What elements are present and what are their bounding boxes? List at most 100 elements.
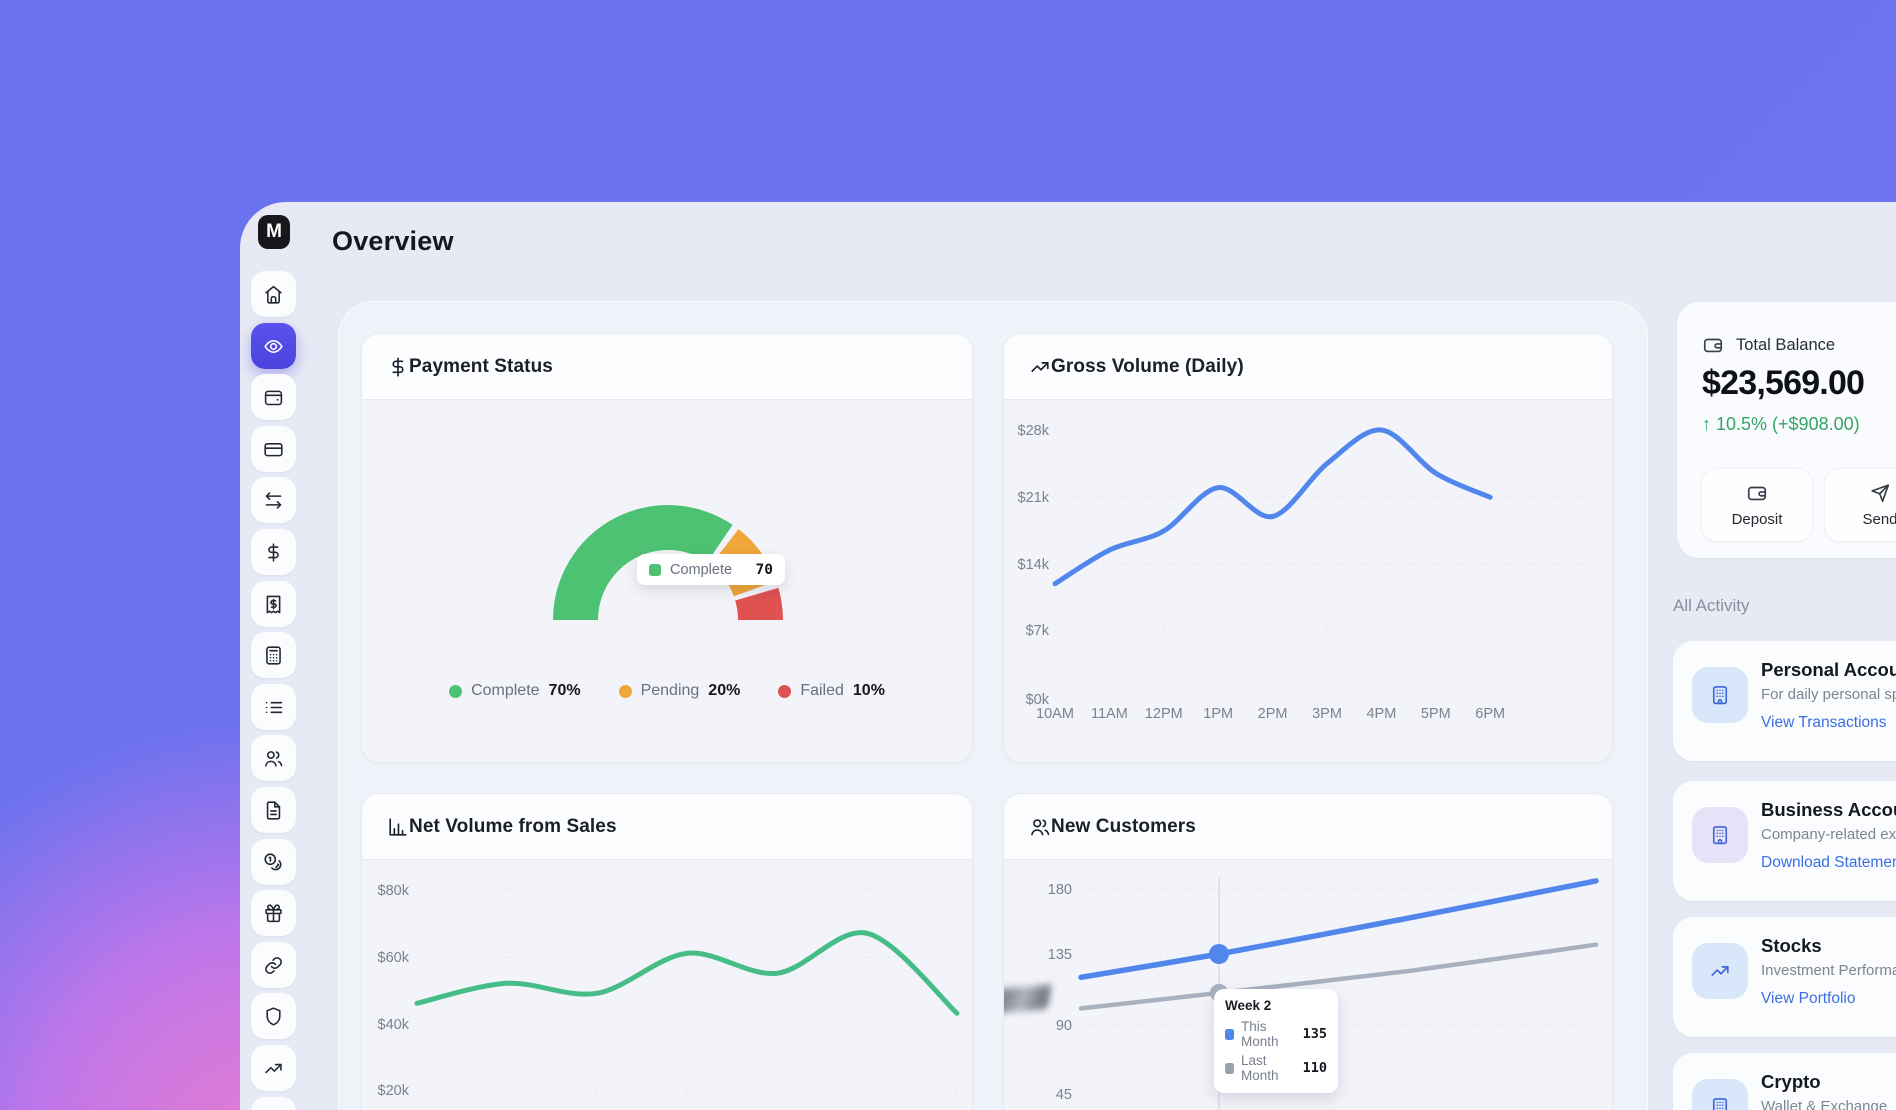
- svg-text:2PM: 2PM: [1258, 706, 1288, 722]
- send-button[interactable]: Send: [1824, 468, 1896, 542]
- activity-subtitle: Wallet & Exchange: [1761, 1098, 1887, 1110]
- calculator-icon: [263, 645, 284, 666]
- payment-status-body: Complete 70 Complete 70% Pending 20% Fai…: [362, 400, 972, 762]
- sidebar-item-arrows-left-right[interactable]: [251, 477, 296, 523]
- legend-item-pending: Pending 20%: [619, 682, 741, 700]
- sidebar-item-dollar-sign[interactable]: [251, 529, 296, 575]
- card-title: Net Volume from Sales: [409, 816, 617, 838]
- activity-title: Crypto: [1761, 1071, 1821, 1093]
- arrows-left-right-icon: [263, 490, 284, 511]
- tooltip-row-last-month: Last Month 110: [1225, 1053, 1327, 1083]
- tooltip-label: Last Month: [1241, 1053, 1296, 1083]
- sidebar-item-list[interactable]: [251, 684, 296, 730]
- svg-text:45: 45: [1056, 1087, 1072, 1103]
- svg-text:12PM: 12PM: [1145, 706, 1183, 722]
- shield-icon: [263, 1006, 284, 1027]
- sidebar-item-credit-card[interactable]: [251, 426, 296, 472]
- dashboard-container: Payment Status Complete 70 Complete 70% …: [338, 301, 1648, 1110]
- deposit-icon: [1746, 482, 1768, 504]
- sidebar-item-coins[interactable]: [251, 839, 296, 885]
- svg-text:$14k: $14k: [1018, 557, 1050, 573]
- activity-title: Personal Account: [1761, 659, 1896, 681]
- failed-dot-icon: [778, 685, 791, 698]
- building-icon: [1692, 667, 1748, 723]
- svg-text:3PM: 3PM: [1312, 706, 1342, 722]
- sidebar-item-wallet[interactable]: [251, 374, 296, 420]
- svg-text:$80k: $80k: [378, 883, 410, 899]
- legend-item-complete: Complete 70%: [449, 682, 581, 700]
- download-statements-link[interactable]: Download Statements: [1761, 854, 1896, 872]
- view-portfolio-link[interactable]: View Portfolio: [1761, 990, 1855, 1008]
- credit-card-icon: [263, 439, 284, 460]
- bar-chart-icon: [387, 816, 409, 838]
- new-customers-body: 1801359045 Week 2 This Month 135 Last Mo…: [1004, 860, 1612, 1110]
- this-month-swatch: [1225, 1029, 1234, 1040]
- svg-text:5PM: 5PM: [1421, 706, 1451, 722]
- sidebar-item-users[interactable]: [251, 735, 296, 781]
- activity-card-crypto[interactable]: Crypto Wallet & Exchange: [1673, 1053, 1896, 1110]
- trending-up-icon: [1029, 356, 1051, 378]
- svg-text:$7k: $7k: [1026, 623, 1050, 639]
- legend-label: Failed: [800, 682, 844, 700]
- svg-text:6PM: 6PM: [1475, 706, 1505, 722]
- app-logo[interactable]: M: [258, 215, 290, 249]
- svg-text:4PM: 4PM: [1366, 706, 1396, 722]
- activity-card-personal-account[interactable]: Personal Account For daily personal spen…: [1673, 641, 1896, 761]
- gross-volume-card: Gross Volume (Daily) $28k$21k$14k$7k$0k1…: [1003, 333, 1613, 763]
- legend-item-failed: Failed 10%: [778, 682, 885, 700]
- view-transactions-link[interactable]: View Transactions: [1761, 714, 1887, 732]
- svg-text:1PM: 1PM: [1203, 706, 1233, 722]
- activity-subtitle: Company-related expenses: [1761, 826, 1896, 843]
- sidebar-item-eye[interactable]: [251, 323, 296, 369]
- svg-text:10AM: 10AM: [1036, 706, 1074, 722]
- activity-card-stocks[interactable]: Stocks Investment Performance View Portf…: [1673, 917, 1896, 1037]
- svg-text:135: 135: [1048, 947, 1072, 963]
- sidebar-item-receipt[interactable]: [251, 581, 296, 627]
- sidebar-item-gift[interactable]: [251, 890, 296, 936]
- svg-text:$28k: $28k: [1018, 423, 1050, 439]
- svg-text:11AM: 11AM: [1091, 706, 1128, 722]
- week-tooltip: Week 2 This Month 135 Last Month 110: [1214, 989, 1338, 1093]
- svg-text:$21k: $21k: [1018, 490, 1050, 506]
- tooltip-row-this-month: This Month 135: [1225, 1019, 1327, 1049]
- svg-text:$60k: $60k: [378, 950, 410, 966]
- svg-text:$20k: $20k: [378, 1083, 410, 1099]
- building-icon: [1692, 807, 1748, 863]
- card-title: Gross Volume (Daily): [1051, 356, 1244, 378]
- link-icon: [263, 955, 284, 976]
- gauge-tooltip: Complete 70: [637, 554, 785, 585]
- wallet-icon: [263, 387, 284, 408]
- svg-text:180: 180: [1048, 882, 1072, 898]
- sidebar-item-shield[interactable]: [251, 993, 296, 1039]
- balance-header: Total Balance: [1702, 334, 1835, 356]
- send-label: Send: [1862, 511, 1896, 528]
- payment-status-legend: Complete 70% Pending 20% Failed 10%: [362, 682, 972, 700]
- legend-label: Pending: [641, 682, 700, 700]
- all-activity-heading: All Activity: [1673, 596, 1750, 616]
- gross-volume-body: $28k$21k$14k$7k$0k10AM11AM12PM1PM2PM3PM4…: [1004, 400, 1612, 762]
- deposit-button[interactable]: Deposit: [1701, 468, 1813, 542]
- sidebar-item-link[interactable]: [251, 942, 296, 988]
- net-volume-body: $80k$60k$40k$20k: [362, 860, 972, 1110]
- gift-icon: [263, 903, 284, 924]
- sidebar-item-box[interactable]: [251, 1097, 296, 1110]
- activity-title: Stocks: [1761, 935, 1822, 957]
- net-volume-line-chart: $80k$60k$40k$20k: [362, 860, 973, 1110]
- sidebar-item-file-text[interactable]: [251, 787, 296, 833]
- users-icon: [1029, 816, 1051, 838]
- sidebar-item-calculator[interactable]: [251, 632, 296, 678]
- users-icon: [263, 748, 284, 769]
- net-volume-header: Net Volume from Sales: [362, 794, 972, 860]
- tooltip-label: This Month: [1241, 1019, 1296, 1049]
- balance-amount: $23,569.00: [1702, 364, 1864, 403]
- card-title: New Customers: [1051, 816, 1196, 838]
- activity-card-business-account[interactable]: Business Account Company-related expense…: [1673, 781, 1896, 901]
- balance-label: Total Balance: [1736, 336, 1835, 355]
- total-balance-card: Total Balance $23,569.00 ↑ 10.5% (+$908.…: [1677, 302, 1896, 558]
- new-customers-card: New Customers 1801359045 Week 2 This Mon…: [1003, 793, 1613, 1110]
- new-customers-header: New Customers: [1004, 794, 1612, 860]
- page-title: Overview: [332, 226, 454, 257]
- sidebar-item-home[interactable]: [251, 271, 296, 317]
- tooltip-value: 135: [1303, 1026, 1327, 1042]
- sidebar-item-trending-up[interactable]: [251, 1045, 296, 1091]
